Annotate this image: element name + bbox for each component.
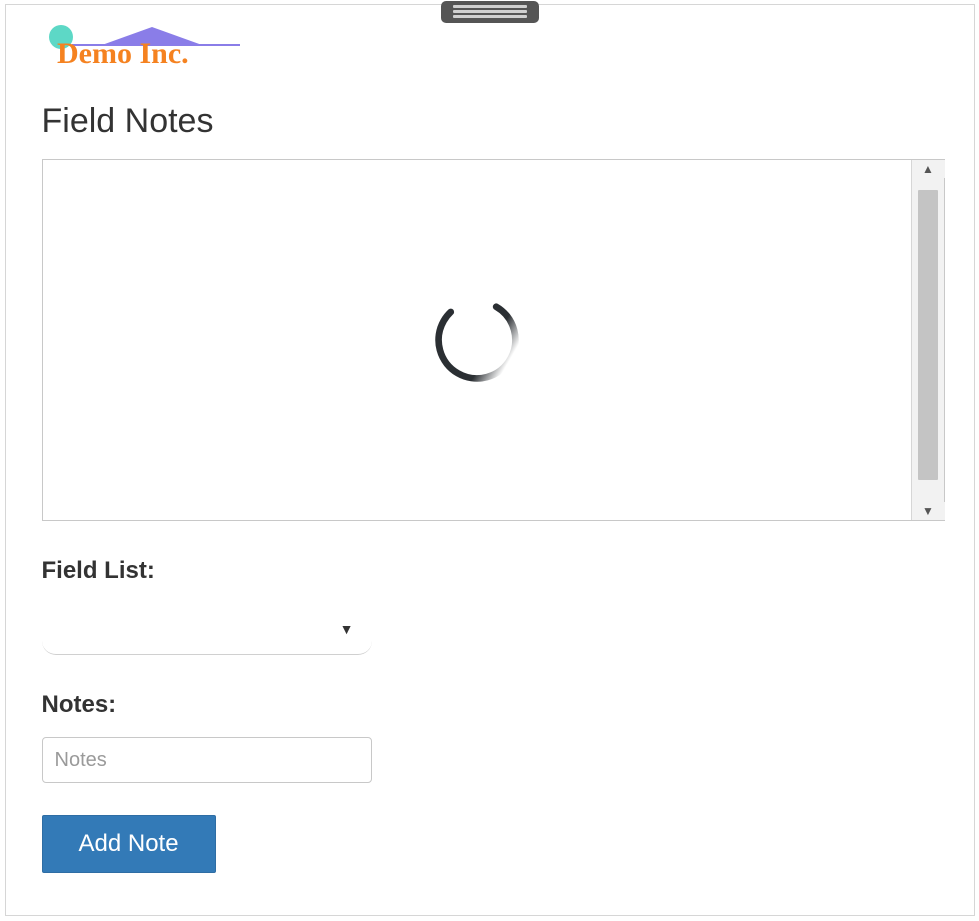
add-note-button[interactable]: Add Note [42, 815, 216, 873]
logo-text: Demo Inc. [57, 37, 189, 70]
scroll-down-button[interactable]: ▼ [912, 502, 945, 520]
scroll-up-button[interactable]: ▲ [912, 160, 945, 178]
notes-label: Notes: [42, 691, 938, 719]
loading-spinner-icon [429, 292, 525, 388]
vertical-scrollbar[interactable]: ▲ ▼ [911, 160, 944, 520]
chevron-down-icon: ▼ [340, 621, 354, 637]
company-logo: Demo Inc. [42, 23, 242, 78]
map-area: ▲ ▼ [42, 159, 945, 521]
page-title: Field Notes [42, 102, 938, 141]
map-canvas[interactable] [43, 160, 911, 520]
app-panel: Demo Inc. Field Notes [5, 4, 975, 916]
notes-input[interactable] [42, 737, 372, 783]
field-list-select[interactable]: ▼ [42, 603, 372, 655]
drag-handle-icon[interactable] [441, 1, 539, 23]
field-list-label: Field List: [42, 557, 938, 585]
scroll-thumb[interactable] [918, 190, 938, 480]
